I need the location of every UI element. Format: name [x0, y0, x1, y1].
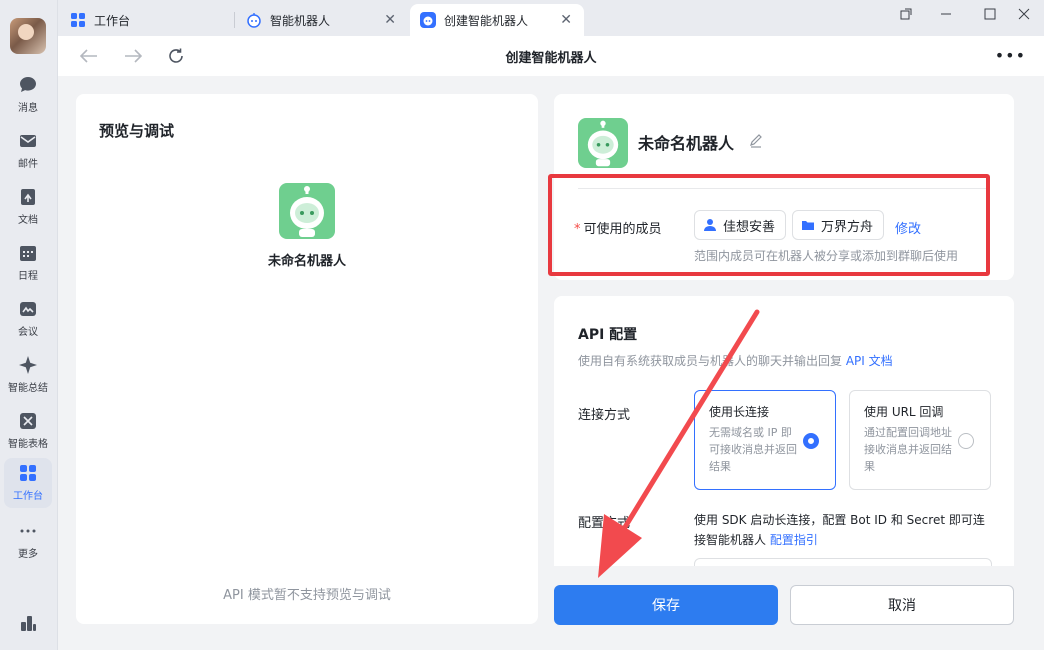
meeting-icon — [17, 298, 39, 320]
option-desc: 无需域名或 IP 即可接收消息并返回结果 — [709, 426, 797, 473]
robot-icon — [420, 12, 436, 28]
sidebar-item-messages[interactable]: 消息 — [4, 70, 52, 120]
preview-note: API 模式暂不支持预览与调试 — [223, 588, 391, 603]
tab-label: 创建智能机器人 — [444, 13, 529, 28]
close-icon[interactable]: ✕ — [384, 12, 396, 28]
sidebar-item-docs[interactable]: 文档 — [4, 182, 52, 232]
close-icon[interactable]: ✕ — [560, 12, 572, 28]
more-dots-icon — [17, 520, 39, 542]
api-config-title: API 配置 — [578, 327, 638, 343]
config-method-text: 使用 SDK 启动长连接，配置 Bot ID 和 Secret 即可连接智能机器… — [694, 510, 994, 550]
sidebar-item-more[interactable]: 更多 — [4, 516, 52, 566]
sidebar-item-calendar[interactable]: 日程 — [4, 238, 52, 288]
main-content: 预览与调试 未命名机器人 API 模式暂不支持预览与调试 未命名机器人 * 可使… — [58, 76, 1044, 650]
radio-selected[interactable] — [803, 433, 819, 449]
config-guide-link[interactable]: 配置指引 — [770, 533, 818, 547]
sidebar-item-mail[interactable]: 邮件 — [4, 126, 52, 176]
option-title: 使用 URL 回调 — [864, 405, 944, 419]
sidebar-item-label: 日程 — [18, 271, 38, 282]
popout-icon[interactable] — [886, 0, 926, 28]
chat-bubble-icon — [17, 74, 39, 96]
sidebar-item-label: 智能表格 — [8, 439, 48, 450]
preview-panel: 预览与调试 未命名机器人 API 模式暂不支持预览与调试 — [76, 94, 538, 624]
api-config-desc: 使用自有系统获取成员与机器人的聊天并输出回复 API 文档 — [578, 352, 893, 369]
sidebar-item-smart-sheet[interactable]: 智能表格 — [4, 406, 52, 456]
sidebar-item-label: 更多 — [18, 549, 38, 560]
sidebar-item-smart-summary[interactable]: 智能总结 — [4, 350, 52, 400]
connection-mode-label: 连接方式 — [578, 408, 631, 423]
sheet-icon — [17, 410, 39, 432]
api-desc-text: 使用自有系统获取成员与机器人的聊天并输出回复 — [578, 354, 843, 368]
grid-apps-icon — [70, 12, 86, 28]
mail-icon — [17, 130, 39, 152]
preview-bot-name: 未命名机器人 — [267, 254, 346, 269]
config-method-label: 配置方式 — [578, 516, 631, 531]
api-config-card: API 配置 使用自有系统获取成员与机器人的聊天并输出回复 API 文档 连接方… — [554, 296, 1014, 566]
preview-title: 预览与调试 — [99, 122, 175, 140]
robot-avatar-icon — [578, 118, 628, 168]
calendar-icon — [17, 242, 39, 264]
document-icon — [17, 186, 39, 208]
cancel-button[interactable]: 取消 — [790, 585, 1014, 625]
bar-chart-icon — [17, 612, 39, 634]
tab-divider — [234, 12, 235, 28]
page-title: 创建智能机器人 — [505, 51, 597, 66]
radio-unselected[interactable] — [958, 433, 974, 449]
sidebar-item-label: 消息 — [18, 103, 38, 114]
sidebar-item-label: 智能总结 — [8, 383, 48, 394]
option-title: 使用长连接 — [709, 405, 770, 419]
tab-smart-robot[interactable]: 智能机器人 ✕ — [236, 4, 408, 36]
tab-create-robot[interactable]: 创建智能机器人 ✕ — [410, 4, 584, 36]
sidebar-item-label: 邮件 — [18, 159, 38, 170]
option-long-connection[interactable]: 使用长连接 无需域名或 IP 即可接收消息并返回结果 — [694, 390, 836, 490]
save-button[interactable]: 保存 — [554, 585, 778, 625]
tab-workbench[interactable]: 工作台 — [60, 4, 236, 36]
tab-label: 工作台 — [94, 13, 131, 28]
sidebar-item-label: 会议 — [18, 327, 38, 338]
tab-label: 智能机器人 — [270, 13, 331, 28]
sidebar-item-label: 工作台 — [13, 491, 43, 502]
config-text: 使用 SDK 启动长连接，配置 Bot ID 和 Secret 即可连接智能机器… — [694, 513, 985, 547]
option-desc: 通过配置回调地址接收消息并返回结果 — [864, 426, 952, 473]
grid-apps-icon — [17, 462, 39, 484]
sidebar-item-workbench[interactable]: 工作台 — [4, 458, 52, 508]
window-close-icon[interactable] — [1004, 0, 1044, 28]
sidebar-item-stats[interactable] — [4, 608, 52, 650]
bot-name: 未命名机器人 — [638, 134, 735, 153]
minimize-icon[interactable] — [926, 0, 966, 28]
pencil-icon[interactable] — [748, 132, 764, 152]
robot-icon — [246, 12, 262, 28]
annotation-highlight-box — [548, 174, 990, 276]
api-doc-link[interactable]: API 文档 — [846, 354, 893, 368]
left-rail: 消息 邮件 文档 日程 会议 智能总结 智能表格 工作台 更多 — [0, 0, 58, 650]
user-avatar[interactable] — [10, 18, 46, 54]
sparkle-icon — [17, 354, 39, 376]
config-input-partial[interactable] — [694, 558, 992, 566]
more-options-icon[interactable]: ••• — [995, 46, 1026, 65]
sidebar-item-meeting[interactable]: 会议 — [4, 294, 52, 344]
tab-bar: 工作台 智能机器人 ✕ 创建智能机器人 ✕ — [58, 0, 1044, 36]
page-toolbar: 创建智能机器人 ••• — [58, 36, 1044, 76]
option-url-callback[interactable]: 使用 URL 回调 通过配置回调地址接收消息并返回结果 — [849, 390, 991, 490]
sidebar-item-label: 文档 — [18, 215, 38, 226]
robot-avatar-icon — [279, 183, 335, 239]
